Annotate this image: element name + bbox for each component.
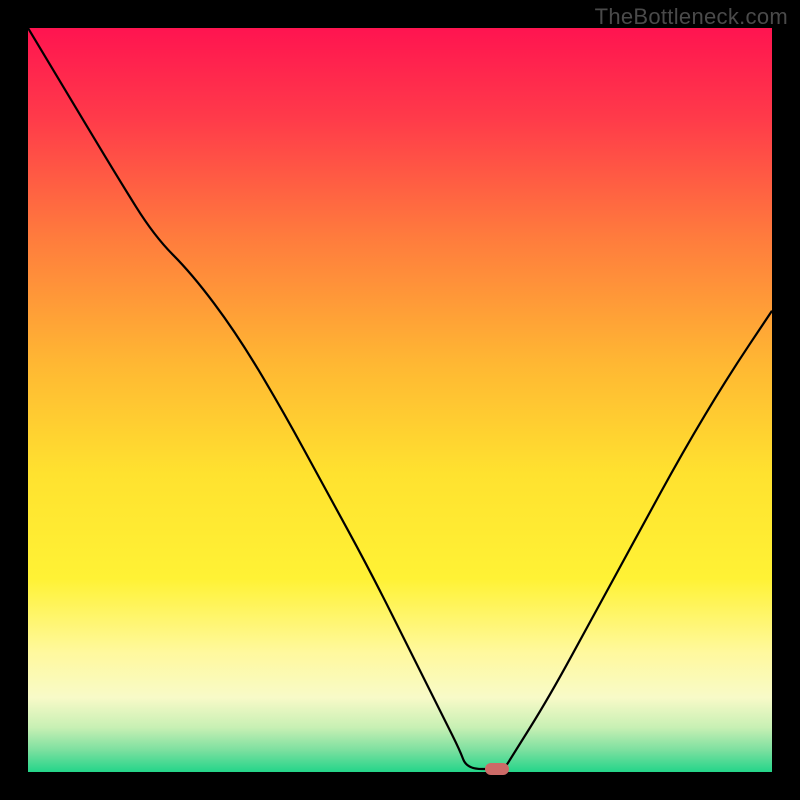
attribution-text: TheBottleneck.com (595, 4, 788, 30)
optimal-point-marker (485, 763, 509, 775)
chart-plot (28, 28, 772, 772)
chart-background (28, 28, 772, 772)
